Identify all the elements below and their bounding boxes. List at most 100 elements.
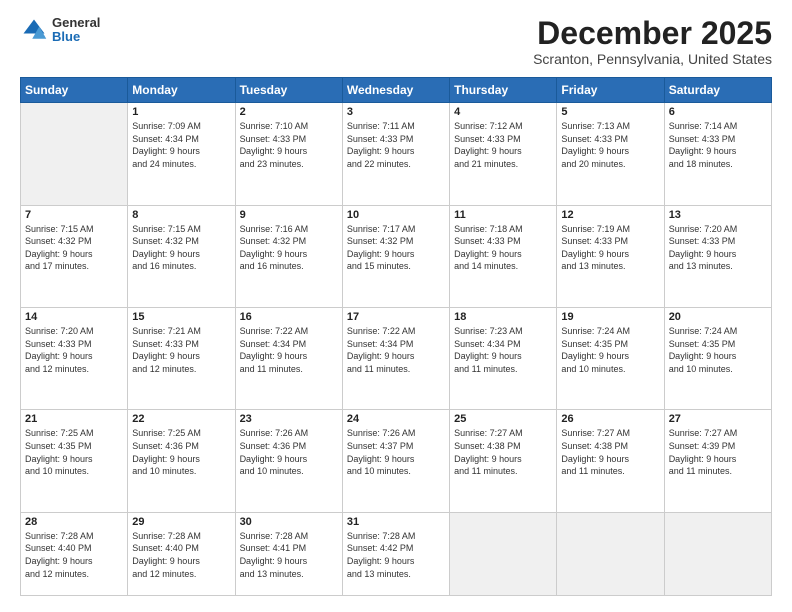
table-row: 1Sunrise: 7:09 AM Sunset: 4:34 PM Daylig… [128,103,235,205]
table-row: 17Sunrise: 7:22 AM Sunset: 4:34 PM Dayli… [342,308,449,410]
day-info: Sunrise: 7:26 AM Sunset: 4:37 PM Dayligh… [347,427,445,477]
day-number: 2 [240,106,338,118]
day-info: Sunrise: 7:28 AM Sunset: 4:40 PM Dayligh… [132,530,230,580]
day-info: Sunrise: 7:14 AM Sunset: 4:33 PM Dayligh… [669,120,767,170]
col-sunday: Sunday [21,78,128,103]
table-row: 5 Sunrise: 7:13 AM Sunset: 4:33 PM Daylig… [557,103,664,205]
table-row: 21 Sunrise: 7:25 AM Sunset: 4:35 PM Dayli… [21,410,128,512]
day-info: Sunrise: 7:12 AM Sunset: 4:33 PM Dayligh… [454,120,552,170]
month-title: December 2025 [533,16,772,51]
day-number: 13 [669,209,767,221]
table-row: 2 Sunrise: 7:10 AM Sunset: 4:33 PM Daylig… [235,103,342,205]
day-number: 19 [561,311,659,323]
day-number: 25 [454,413,552,425]
table-row: 19 Sunrise: 7:24 AM Sunset: 4:35 PM Dayli… [557,308,664,410]
day-number: 8 [132,209,230,221]
table-row: 18 Sunrise: 7:23 AM Sunset: 4:34 PM Dayli… [450,308,557,410]
day-number: 20 [669,311,767,323]
day-info: Sunrise: 7:11 AM Sunset: 4:33 PM Dayligh… [347,120,445,170]
calendar: Sunday Monday Tuesday Wednesday Thursday… [20,77,772,596]
table-row: 26 Sunrise: 7:27 AM Sunset: 4:38 PM Dayli… [557,410,664,512]
table-row: 20 Sunrise: 7:24 AM Sunset: 4:35 PM Dayli… [664,308,771,410]
table-row: 15Sunrise: 7:21 AM Sunset: 4:33 PM Dayli… [128,308,235,410]
day-info: Sunrise: 7:19 AM Sunset: 4:33 PM Dayligh… [561,223,659,273]
day-info: Sunrise: 7:17 AM Sunset: 4:32 PM Dayligh… [347,223,445,273]
table-row: 14Sunrise: 7:20 AM Sunset: 4:33 PM Dayli… [21,308,128,410]
day-number: 5 [561,106,659,118]
table-row: 24 Sunrise: 7:26 AM Sunset: 4:37 PM Dayli… [342,410,449,512]
header: General Blue December 2025 Scranton, Pen… [20,16,772,67]
day-info: Sunrise: 7:22 AM Sunset: 4:34 PM Dayligh… [240,325,338,375]
day-info: Sunrise: 7:10 AM Sunset: 4:33 PM Dayligh… [240,120,338,170]
day-number: 29 [132,516,230,528]
day-number: 27 [669,413,767,425]
logo-icon [20,16,48,44]
day-info: Sunrise: 7:13 AM Sunset: 4:33 PM Dayligh… [561,120,659,170]
table-row: 13 Sunrise: 7:20 AM Sunset: 4:33 PM Dayli… [664,205,771,307]
table-row: 30 Sunrise: 7:28 AM Sunset: 4:41 PM Dayli… [235,512,342,595]
day-number: 11 [454,209,552,221]
day-info: Sunrise: 7:26 AM Sunset: 4:36 PM Dayligh… [240,427,338,477]
day-number: 18 [454,311,552,323]
day-info: Sunrise: 7:27 AM Sunset: 4:39 PM Dayligh… [669,427,767,477]
col-wednesday: Wednesday [342,78,449,103]
day-info: Sunrise: 7:24 AM Sunset: 4:35 PM Dayligh… [669,325,767,375]
day-info: Sunrise: 7:22 AM Sunset: 4:34 PM Dayligh… [347,325,445,375]
table-row: 23 Sunrise: 7:26 AM Sunset: 4:36 PM Dayli… [235,410,342,512]
table-row [450,512,557,595]
logo-text: General Blue [52,16,100,45]
table-row: 3 Sunrise: 7:11 AM Sunset: 4:33 PM Daylig… [342,103,449,205]
table-row: 8Sunrise: 7:15 AM Sunset: 4:32 PM Daylig… [128,205,235,307]
day-info: Sunrise: 7:15 AM Sunset: 4:32 PM Dayligh… [25,223,123,273]
col-tuesday: Tuesday [235,78,342,103]
table-row: 22 Sunrise: 7:25 AM Sunset: 4:36 PM Dayli… [128,410,235,512]
day-info: Sunrise: 7:20 AM Sunset: 4:33 PM Dayligh… [669,223,767,273]
day-info: Sunrise: 7:28 AM Sunset: 4:40 PM Dayligh… [25,530,123,580]
col-friday: Friday [557,78,664,103]
table-row: 9Sunrise: 7:16 AM Sunset: 4:32 PM Daylig… [235,205,342,307]
day-number: 30 [240,516,338,528]
day-info: Sunrise: 7:24 AM Sunset: 4:35 PM Dayligh… [561,325,659,375]
day-number: 26 [561,413,659,425]
day-number: 4 [454,106,552,118]
table-row: 28Sunrise: 7:28 AM Sunset: 4:40 PM Dayli… [21,512,128,595]
table-row: 4 Sunrise: 7:12 AM Sunset: 4:33 PM Daylig… [450,103,557,205]
table-row: 6Sunrise: 7:14 AM Sunset: 4:33 PM Daylig… [664,103,771,205]
day-number: 1 [132,106,230,118]
day-info: Sunrise: 7:27 AM Sunset: 4:38 PM Dayligh… [454,427,552,477]
table-row: 31 Sunrise: 7:28 AM Sunset: 4:42 PM Dayli… [342,512,449,595]
day-number: 21 [25,413,123,425]
table-row: 25 Sunrise: 7:27 AM Sunset: 4:38 PM Dayli… [450,410,557,512]
day-info: Sunrise: 7:27 AM Sunset: 4:38 PM Dayligh… [561,427,659,477]
day-number: 31 [347,516,445,528]
logo-blue-text: Blue [52,30,100,44]
day-info: Sunrise: 7:16 AM Sunset: 4:32 PM Dayligh… [240,223,338,273]
location: Scranton, Pennsylvania, United States [533,51,772,67]
table-row: 27 Sunrise: 7:27 AM Sunset: 4:39 PM Dayli… [664,410,771,512]
logo-general-text: General [52,16,100,30]
day-info: Sunrise: 7:28 AM Sunset: 4:41 PM Dayligh… [240,530,338,580]
col-saturday: Saturday [664,78,771,103]
day-number: 22 [132,413,230,425]
page: General Blue December 2025 Scranton, Pen… [0,0,792,612]
day-number: 12 [561,209,659,221]
day-number: 7 [25,209,123,221]
day-number: 10 [347,209,445,221]
logo: General Blue [20,16,100,45]
col-thursday: Thursday [450,78,557,103]
table-row [664,512,771,595]
day-info: Sunrise: 7:20 AM Sunset: 4:33 PM Dayligh… [25,325,123,375]
day-number: 16 [240,311,338,323]
day-info: Sunrise: 7:28 AM Sunset: 4:42 PM Dayligh… [347,530,445,580]
title-block: December 2025 Scranton, Pennsylvania, Un… [533,16,772,67]
table-row: 16 Sunrise: 7:22 AM Sunset: 4:34 PM Dayli… [235,308,342,410]
day-info: Sunrise: 7:23 AM Sunset: 4:34 PM Dayligh… [454,325,552,375]
calendar-header-row: Sunday Monday Tuesday Wednesday Thursday… [21,78,772,103]
day-number: 24 [347,413,445,425]
table-row: 12 Sunrise: 7:19 AM Sunset: 4:33 PM Dayli… [557,205,664,307]
day-info: Sunrise: 7:25 AM Sunset: 4:35 PM Dayligh… [25,427,123,477]
table-row: 11Sunrise: 7:18 AM Sunset: 4:33 PM Dayli… [450,205,557,307]
day-info: Sunrise: 7:25 AM Sunset: 4:36 PM Dayligh… [132,427,230,477]
day-number: 23 [240,413,338,425]
day-number: 3 [347,106,445,118]
